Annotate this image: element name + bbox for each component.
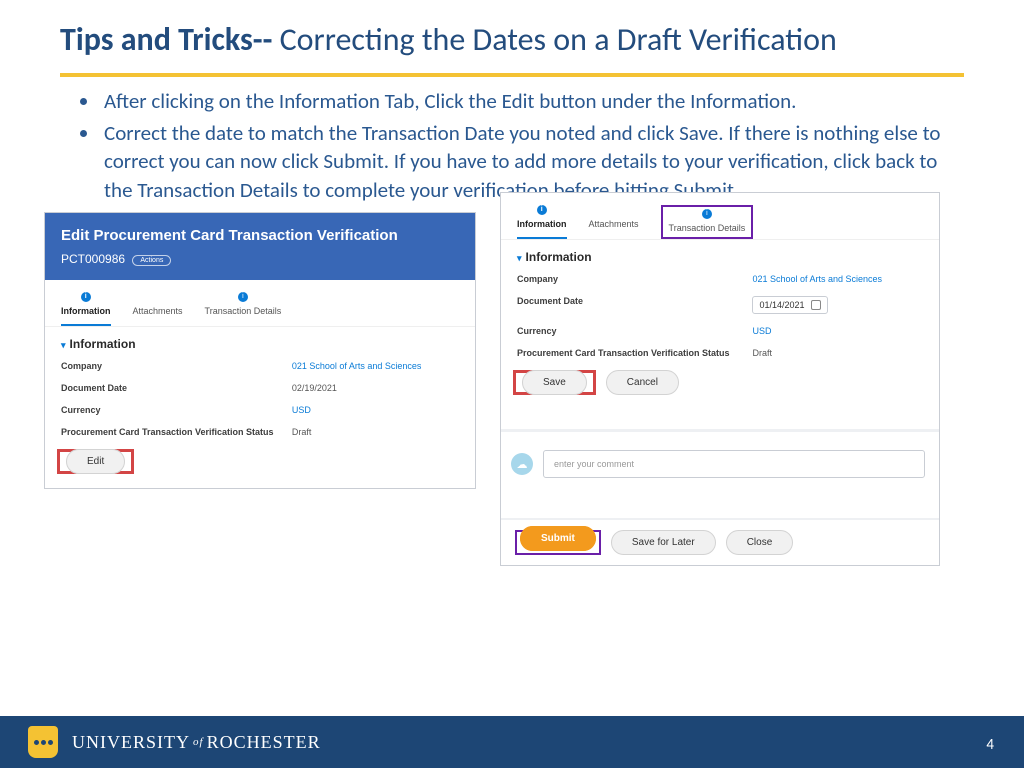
info-icon: i — [537, 205, 547, 215]
screenshot-right: i Information Attachments i Transaction … — [500, 192, 940, 566]
document-date-value: 02/19/2021 — [292, 383, 337, 393]
title-bold: Tips and Tricks-- — [60, 20, 272, 59]
avatar: ☁ — [511, 453, 533, 475]
transaction-id: PCT000986 — [61, 252, 125, 266]
chevron-down-icon: ▾ — [61, 340, 66, 351]
university-name-b: ROCHESTER — [207, 732, 321, 753]
tab-attachments-label: Attachments — [589, 219, 639, 229]
panel-left-id-row: PCT000986 Actions — [61, 252, 459, 266]
document-date-value: 01/14/2021 — [759, 300, 804, 310]
bottom-bar: Submit Save for Later Close — [501, 518, 939, 565]
chevron-down-icon: ▾ — [517, 253, 522, 264]
currency-label: Currency — [517, 326, 752, 336]
panel-left-header: Edit Procurement Card Transaction Verifi… — [45, 213, 475, 280]
footer: UNIVERSITY of ROCHESTER — [0, 716, 1024, 768]
row-company: Company 021 School of Arts and Sciences — [501, 268, 939, 290]
left-tabs: i Information Attachments i Transaction … — [45, 280, 475, 327]
tab-information[interactable]: i Information — [61, 292, 111, 326]
highlight-edit: Edit — [57, 449, 134, 474]
section-information: ▾Information — [501, 240, 939, 268]
highlight-submit: Submit — [515, 530, 601, 555]
title-divider — [60, 73, 964, 77]
tab-information-label: Information — [61, 306, 111, 316]
currency-label: Currency — [61, 405, 292, 415]
row-currency: Currency USD — [45, 399, 475, 421]
status-label: Procurement Card Transaction Verificatio… — [517, 348, 752, 358]
row-document-date: Document Date 01/14/2021 — [501, 290, 939, 320]
tab-information-label: Information — [517, 219, 567, 229]
document-date-field[interactable]: 01/14/2021 — [752, 296, 827, 314]
right-tabs: i Information Attachments i Transaction … — [501, 193, 939, 240]
bullet-1: After clicking on the Information Tab, C… — [100, 87, 944, 115]
comment-row: ☁ enter your comment — [501, 429, 939, 496]
tab-transaction-details-label: Transaction Details — [669, 223, 746, 233]
section-information: ▾Information — [45, 327, 475, 355]
info-icon: i — [238, 292, 248, 302]
right-button-row: Save Cancel — [501, 364, 939, 409]
company-label: Company — [61, 361, 292, 371]
company-label: Company — [517, 274, 752, 284]
comment-input[interactable]: enter your comment — [543, 450, 925, 478]
save-button[interactable]: Save — [522, 370, 587, 395]
status-label: Procurement Card Transaction Verificatio… — [61, 427, 292, 437]
row-status: Procurement Card Transaction Verificatio… — [45, 421, 475, 443]
status-value: Draft — [292, 427, 312, 437]
slide-title: Tips and Tricks-- Correcting the Dates o… — [0, 0, 1024, 65]
row-document-date: Document Date 02/19/2021 — [45, 377, 475, 399]
currency-value: USD — [752, 326, 771, 336]
panel-left-title: Edit Procurement Card Transaction Verifi… — [61, 227, 459, 244]
university-of: of — [193, 736, 204, 748]
tab-attachments-label: Attachments — [133, 306, 183, 316]
screenshot-left: Edit Procurement Card Transaction Verifi… — [44, 212, 476, 489]
tab-transaction-details[interactable]: i Transaction Details — [205, 292, 282, 326]
company-value: 021 School of Arts and Sciences — [752, 274, 882, 284]
left-button-row: Edit — [45, 443, 475, 488]
save-for-later-button[interactable]: Save for Later — [611, 530, 716, 555]
slide-number: 4 — [986, 736, 994, 754]
row-company: Company 021 School of Arts and Sciences — [45, 355, 475, 377]
info-icon: i — [702, 209, 712, 219]
submit-button[interactable]: Submit — [520, 526, 596, 551]
shield-icon — [28, 726, 58, 758]
cancel-button[interactable]: Cancel — [606, 370, 679, 395]
edit-button[interactable]: Edit — [66, 449, 125, 474]
company-value: 021 School of Arts and Sciences — [292, 361, 422, 371]
title-light: Correcting the Dates on a Draft Verifica… — [272, 20, 836, 59]
tab-information[interactable]: i Information — [517, 205, 567, 239]
university-name-a: UNIVERSITY — [72, 732, 190, 753]
status-value: Draft — [752, 348, 772, 358]
row-currency: Currency USD — [501, 320, 939, 342]
tab-transaction-details-label: Transaction Details — [205, 306, 282, 316]
actions-chip[interactable]: Actions — [132, 255, 171, 266]
calendar-icon[interactable] — [811, 300, 821, 310]
document-date-label: Document Date — [517, 296, 752, 314]
bullet-list: After clicking on the Information Tab, C… — [70, 87, 944, 204]
info-icon: i — [81, 292, 91, 302]
close-button[interactable]: Close — [726, 530, 794, 555]
row-status: Procurement Card Transaction Verificatio… — [501, 342, 939, 364]
highlight-save: Save — [513, 370, 596, 395]
tab-attachments[interactable]: Attachments — [589, 205, 639, 239]
tab-transaction-details[interactable]: i Transaction Details — [661, 205, 754, 239]
currency-value: USD — [292, 405, 311, 415]
tab-attachments[interactable]: Attachments — [133, 292, 183, 326]
document-date-label: Document Date — [61, 383, 292, 393]
